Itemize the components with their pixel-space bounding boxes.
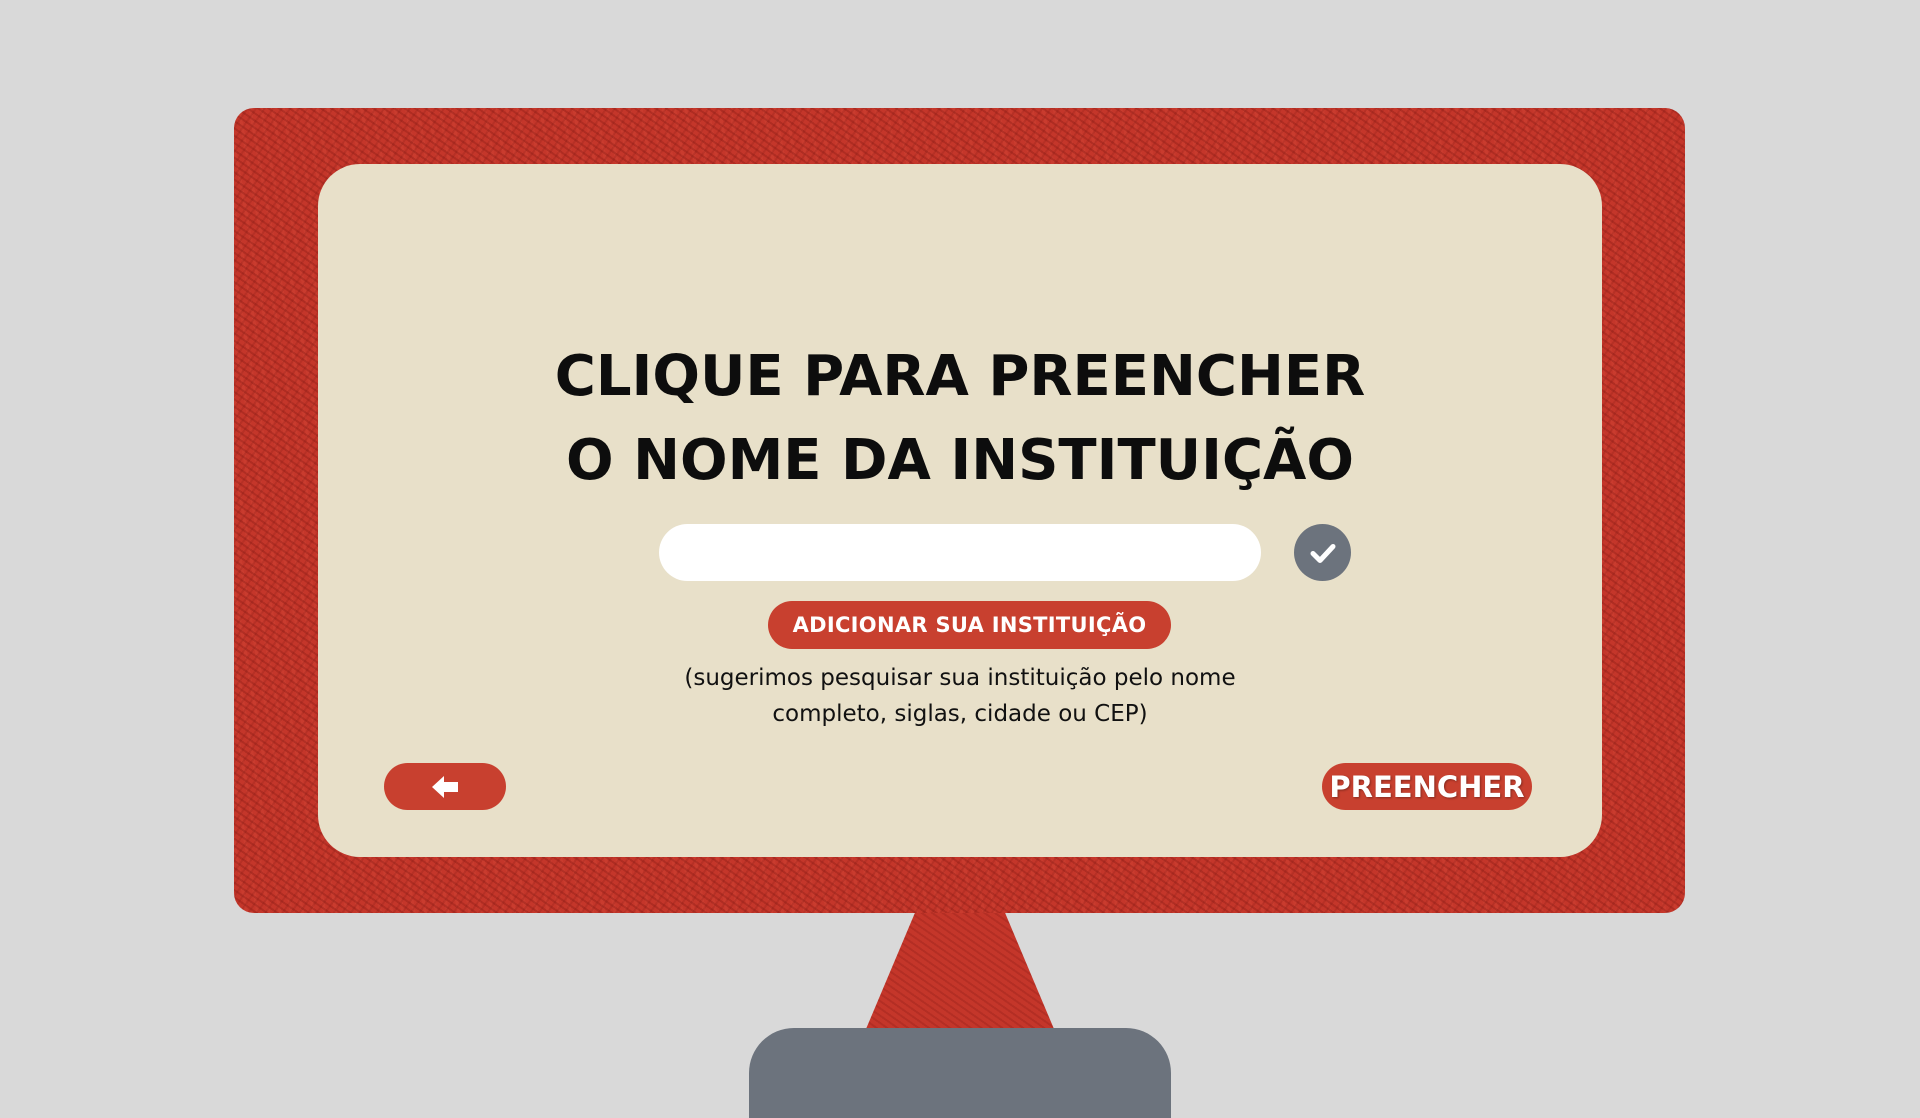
monitor-stand (749, 1028, 1171, 1118)
add-institution-button[interactable]: ADICIONAR SUA INSTITUIÇÃO (768, 601, 1171, 649)
institution-search-input[interactable] (659, 524, 1261, 581)
back-button[interactable] (384, 763, 506, 810)
hint-line-2: completo, siglas, cidade ou CEP) (772, 701, 1148, 727)
title-line-1: CLIQUE PARA PREENCHER (554, 344, 1366, 409)
monitor-neck (866, 913, 1054, 1029)
page-title: CLIQUE PARA PREENCHER O NOME DA INSTITUI… (460, 335, 1460, 503)
fill-button[interactable]: PREENCHER (1322, 763, 1532, 810)
hint-line-1: (sugerimos pesquisar sua instituição pel… (684, 665, 1236, 691)
check-icon (1310, 543, 1335, 563)
arrow-left-icon (432, 775, 458, 798)
confirm-button[interactable] (1294, 524, 1351, 581)
fill-button-label: PREENCHER (1329, 769, 1525, 804)
screen-panel (318, 164, 1602, 857)
search-hint: (sugerimos pesquisar sua instituição pel… (610, 660, 1310, 732)
add-institution-label: ADICIONAR SUA INSTITUIÇÃO (792, 613, 1147, 637)
title-line-2: O NOME DA INSTITUIÇÃO (566, 428, 1354, 493)
